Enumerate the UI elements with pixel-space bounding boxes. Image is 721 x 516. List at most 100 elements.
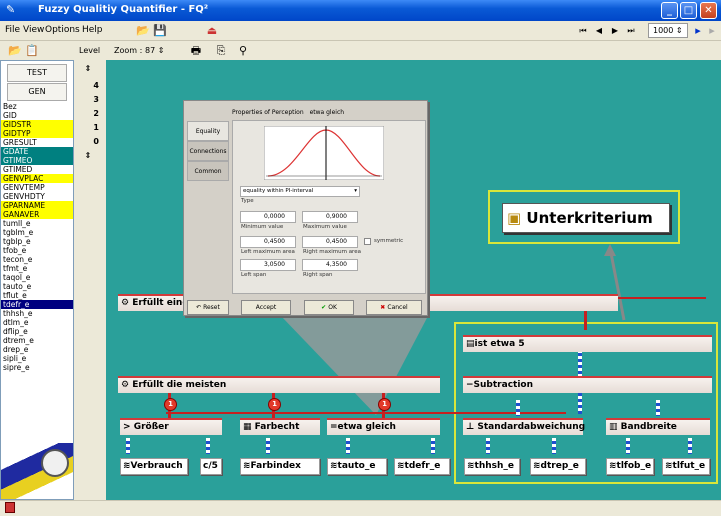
copy-icon[interactable]: 📋: [24, 43, 40, 59]
menu-options[interactable]: Options: [45, 25, 80, 35]
attribute-item[interactable]: GIDSTR: [1, 120, 73, 129]
attribute-item[interactable]: dtrem_e: [1, 336, 73, 345]
leaf-tlfut-e[interactable]: ≋tlfut_e: [662, 458, 710, 475]
gen-button[interactable]: GEN: [7, 83, 67, 101]
attribute-item[interactable]: tflut_e: [1, 291, 73, 300]
attribute-item[interactable]: tecon_e: [1, 255, 73, 264]
menu-help[interactable]: Help: [82, 25, 103, 35]
level-1[interactable]: 1: [77, 121, 104, 135]
attribute-item[interactable]: tfmt_e: [1, 264, 73, 273]
attribute-item[interactable]: GENVPLAC: [1, 174, 73, 183]
ok-button[interactable]: ✔ OK: [304, 300, 354, 315]
level-up-icon[interactable]: ⇕: [77, 62, 104, 76]
symmetric-checkbox[interactable]: [364, 238, 371, 245]
attribute-item[interactable]: sipre_e: [1, 363, 73, 372]
hint-icon[interactable]: ⚲: [235, 43, 251, 59]
attribute-item[interactable]: GDATE: [1, 147, 73, 156]
level-0[interactable]: 0: [77, 135, 104, 149]
attribute-item[interactable]: GANAVER: [1, 210, 73, 219]
leaf-constant-5[interactable]: c/5: [200, 458, 222, 475]
node-subtraction[interactable]: −Subtraction: [463, 376, 712, 393]
unterkriterium-node[interactable]: ▣ Unterkriterium: [502, 203, 670, 233]
weight-badge: 1: [378, 398, 391, 411]
attribute-item[interactable]: tgblp_e: [1, 237, 73, 246]
accept-button[interactable]: Accept: [241, 300, 291, 315]
node-etwa-gleich[interactable]: =etwa gleich: [327, 418, 440, 435]
attribute-item[interactable]: tauto_e: [1, 282, 73, 291]
leaf-tdefr-e[interactable]: ≋tdefr_e: [394, 458, 450, 475]
max-value-input[interactable]: 0,9000: [302, 211, 358, 223]
first-record-icon[interactable]: ⏮: [575, 23, 591, 39]
right-span-input[interactable]: 4,3500: [302, 259, 358, 271]
reset-button[interactable]: ↶ Reset: [187, 300, 229, 315]
level-3[interactable]: 3: [77, 93, 104, 107]
save-icon[interactable]: 💾: [152, 23, 168, 39]
level-down-icon[interactable]: ⇕: [77, 149, 104, 163]
attribute-item[interactable]: GTIMED: [1, 165, 73, 174]
leaf-thhsh-e[interactable]: ≋thhsh_e: [464, 458, 520, 475]
minimize-button[interactable]: _: [661, 2, 678, 19]
print-icon[interactable]: 🖶: [188, 43, 204, 59]
attribute-item[interactable]: GID: [1, 111, 73, 120]
left-span-input[interactable]: 3,0500: [240, 259, 296, 271]
attribute-item[interactable]: GIDTYP: [1, 129, 73, 138]
right-max-area-input[interactable]: 0,4500: [302, 236, 358, 248]
attribute-item[interactable]: Bez: [1, 102, 73, 111]
leaf-farbindex[interactable]: ≋Farbindex: [240, 458, 320, 475]
node-groesser[interactable]: > Größer: [120, 418, 222, 435]
attribute-item[interactable]: tfob_e: [1, 246, 73, 255]
attribute-item[interactable]: tgblm_e: [1, 228, 73, 237]
open-icon[interactable]: 📂: [135, 23, 151, 39]
menu-file[interactable]: File: [5, 25, 20, 35]
or-icon: ⚙: [121, 380, 130, 390]
attribute-item[interactable]: thhsh_e: [1, 309, 73, 318]
maximize-button[interactable]: □: [680, 2, 697, 19]
menu-view[interactable]: View: [23, 25, 44, 35]
attribute-item[interactable]: GENVTEMP: [1, 183, 73, 192]
attribute-item[interactable]: tdefr_e: [1, 300, 73, 309]
node-ist-etwa-5[interactable]: ▤ist etwa 5: [463, 335, 712, 352]
min-value-input[interactable]: 0,0000: [240, 211, 296, 223]
leaf-tauto-e[interactable]: ≋tauto_e: [327, 458, 387, 475]
open-tree-icon[interactable]: 📂: [7, 43, 23, 59]
export-icon[interactable]: ⎘: [213, 43, 229, 59]
leaf-dtrep-e[interactable]: ≋dtrep_e: [530, 458, 586, 475]
attribute-item[interactable]: sipli_e: [1, 354, 73, 363]
prev-record-icon[interactable]: ◀: [591, 23, 607, 39]
attribute-item[interactable]: taqol_e: [1, 273, 73, 282]
node-bandbreite[interactable]: ▥ Bandbreite: [606, 418, 710, 435]
level-4[interactable]: 4: [77, 79, 104, 93]
node-subtraction-label: Subtraction: [473, 380, 534, 390]
tab-common[interactable]: Common: [187, 161, 229, 181]
connector: [552, 438, 556, 454]
cancel-button[interactable]: ✖ Cancel: [366, 300, 422, 315]
left-max-area-input[interactable]: 0,4500: [240, 236, 296, 248]
close-button[interactable]: ✕: [700, 2, 717, 19]
record-counter-input[interactable]: 1000 ⇕: [648, 23, 688, 38]
last-record-icon[interactable]: ⏭: [623, 23, 639, 39]
attribute-item[interactable]: GENVHDTY: [1, 192, 73, 201]
tab-equality[interactable]: Equality: [187, 121, 229, 141]
type-select[interactable]: equality within PI-interval ▾: [240, 186, 360, 197]
next-record-icon[interactable]: ▶: [607, 23, 623, 39]
node-farbecht[interactable]: ▦ Farbecht: [240, 418, 320, 435]
attribute-item[interactable]: GRESULT: [1, 138, 73, 147]
leaf-verbrauch[interactable]: ≋Verbrauch: [120, 458, 188, 475]
leaf-tlfob-e[interactable]: ≋tlfob_e: [606, 458, 654, 475]
attribute-icon: ≋: [665, 461, 673, 471]
level-2[interactable]: 2: [77, 107, 104, 121]
node-erfuellt-meisten[interactable]: ⚙ Erfüllt die meisten: [118, 376, 440, 393]
node-standardabweichung[interactable]: ⊥ Standardabweichung: [463, 418, 585, 435]
test-button[interactable]: TEST: [7, 64, 67, 82]
attribute-item[interactable]: GPARNAME: [1, 201, 73, 210]
dialog-header: Properties of Perception etwa gleich: [232, 109, 344, 116]
zoom-input[interactable]: 87 ⇕: [145, 44, 171, 58]
exit-icon[interactable]: ⏏: [204, 23, 220, 39]
node-ist-etwa-label: ist etwa 5: [474, 339, 525, 349]
attribute-item[interactable]: tumll_e: [1, 219, 73, 228]
attribute-item[interactable]: dflip_e: [1, 327, 73, 336]
attribute-item[interactable]: drep_e: [1, 345, 73, 354]
attribute-item[interactable]: GTIMEO: [1, 156, 73, 165]
tab-connections[interactable]: Connections: [187, 141, 229, 161]
attribute-item[interactable]: dtlm_e: [1, 318, 73, 327]
